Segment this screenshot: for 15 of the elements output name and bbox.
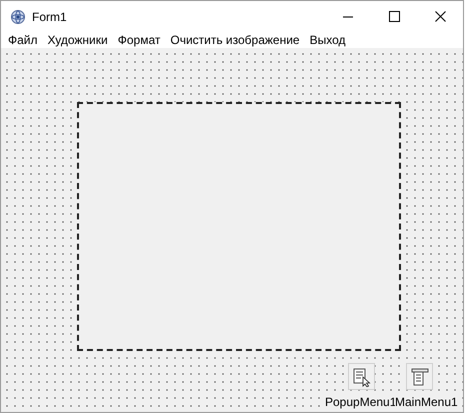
menu-item[interactable]: Очистить изображение — [165, 32, 305, 48]
component-icon[interactable] — [348, 363, 375, 390]
window-title: Form1 — [32, 8, 67, 26]
app-icon — [10, 8, 26, 24]
menu-item[interactable]: Художники — [42, 32, 113, 48]
maximize-icon — [388, 11, 400, 22]
menu-item[interactable]: Формат — [112, 32, 166, 48]
component-icon[interactable] — [406, 363, 433, 390]
menu-item[interactable]: Выход — [304, 32, 351, 48]
close-icon — [434, 11, 446, 22]
component-label: PopupMenu1 — [325, 395, 396, 409]
menu-item[interactable]: Файл — [3, 32, 43, 48]
component-label: MainMenu1 — [395, 395, 458, 409]
popup-menu-icon — [352, 366, 372, 386]
main-menu-icon — [410, 366, 430, 386]
